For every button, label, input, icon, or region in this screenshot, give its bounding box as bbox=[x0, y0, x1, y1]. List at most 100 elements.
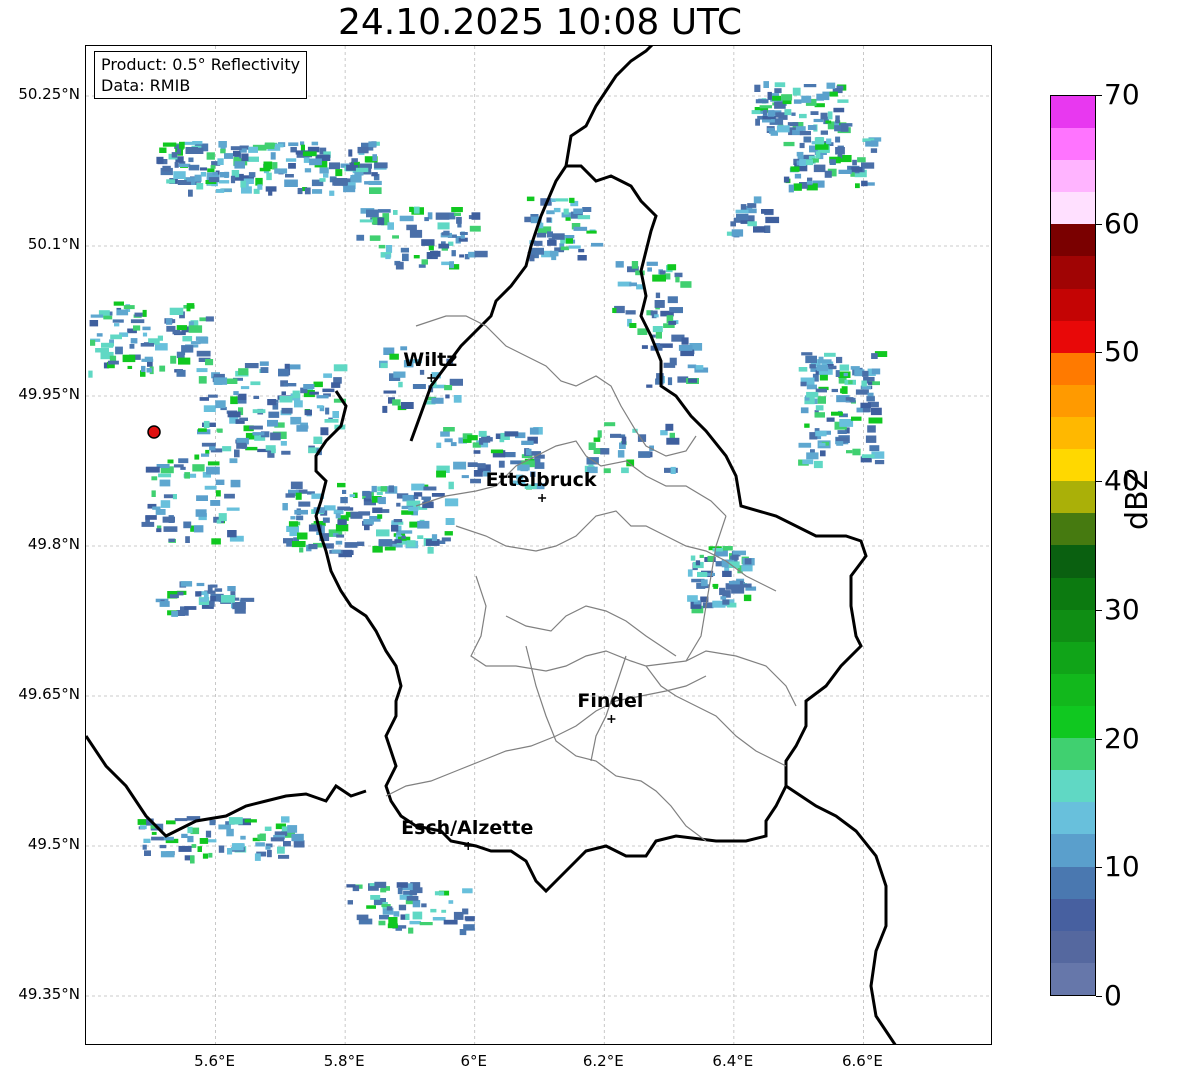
radar-echo-pixel bbox=[807, 125, 817, 130]
radar-echo-pixel bbox=[731, 554, 739, 560]
radar-echo-pixel bbox=[216, 428, 223, 432]
radar-echo-pixel bbox=[308, 543, 318, 550]
radar-echo-pixel bbox=[453, 395, 462, 403]
radar-echo-pixel bbox=[278, 854, 290, 859]
radar-echo-pixel bbox=[112, 319, 124, 323]
radar-echo-pixel bbox=[655, 332, 662, 339]
radar-echo-pixel bbox=[221, 595, 235, 603]
radar-echo-pixel bbox=[763, 81, 769, 88]
radar-echo-pixel bbox=[784, 109, 792, 116]
radar-echo-pixel bbox=[291, 541, 306, 548]
radar-echo-pixel bbox=[421, 496, 431, 500]
radar-echo-pixel bbox=[196, 368, 208, 373]
radar-echo-pixel bbox=[309, 158, 322, 166]
radar-echo-pixel bbox=[197, 846, 202, 852]
radar-echo-pixel bbox=[857, 157, 866, 163]
radar-echo-pixel bbox=[304, 168, 312, 173]
colorbar-segment bbox=[1051, 673, 1095, 707]
radar-echo-pixel bbox=[141, 358, 154, 362]
radar-echo-pixel bbox=[331, 549, 341, 554]
radar-echo-pixel bbox=[218, 824, 231, 830]
radar-echo-pixel bbox=[134, 312, 143, 317]
radar-echo-pixel bbox=[767, 127, 775, 132]
radar-echo-pixel bbox=[443, 919, 458, 925]
radar-echo-pixel bbox=[219, 172, 230, 178]
colorbar-segment bbox=[1051, 802, 1095, 835]
radar-echo-pixel bbox=[478, 430, 487, 437]
colorbar-tick-label: 60 bbox=[1104, 206, 1140, 240]
lon-tick-label: 5.8°E bbox=[323, 1052, 365, 1070]
radar-echo-pixel bbox=[183, 141, 196, 145]
radar-echo-pixel bbox=[285, 158, 297, 162]
radar-echo-pixel bbox=[741, 564, 753, 572]
radar-echo-pixel bbox=[546, 210, 555, 215]
radar-echo-pixel bbox=[735, 209, 749, 214]
radar-echo-pixel bbox=[667, 377, 673, 386]
radar-echo-pixel bbox=[162, 516, 175, 523]
lon-tick-label: 6.6°E bbox=[842, 1052, 883, 1070]
radar-echo-pixel bbox=[151, 836, 164, 841]
radar-echo-pixel bbox=[195, 591, 202, 597]
radar-echo-pixel bbox=[324, 419, 339, 423]
radar-echo-pixel bbox=[818, 359, 832, 364]
colorbar-segment bbox=[1051, 706, 1095, 739]
radar-echo-pixel bbox=[227, 411, 241, 418]
radar-echo-pixel bbox=[666, 437, 680, 445]
radar-echo-pixel bbox=[322, 517, 330, 523]
radar-echo-pixel bbox=[171, 152, 178, 158]
radar-echo-pixel bbox=[413, 495, 419, 500]
colorbar-tick-mark bbox=[1096, 481, 1102, 483]
radar-echo-pixel bbox=[252, 409, 266, 414]
colorbar-segments bbox=[1051, 95, 1095, 995]
radar-echo-pixel bbox=[810, 111, 819, 115]
radar-echo-pixel bbox=[369, 187, 382, 194]
radar-echo-pixel bbox=[377, 514, 383, 519]
radar-echo-pixel bbox=[107, 360, 119, 365]
radar-echo-pixel bbox=[504, 431, 519, 437]
radar-echo-pixel bbox=[178, 357, 191, 365]
radar-echo-pixel bbox=[264, 826, 272, 831]
radar-echo-pixel bbox=[855, 183, 860, 189]
radar-echo-pixel bbox=[285, 493, 295, 498]
colorbar-segment bbox=[1051, 256, 1095, 289]
radar-echo-pixel bbox=[216, 519, 222, 524]
radar-echo-pixel bbox=[835, 437, 850, 442]
radar-echo-pixel bbox=[169, 307, 184, 315]
radar-echo-pixel bbox=[292, 390, 300, 399]
colorbar-segment bbox=[1051, 898, 1095, 931]
radar-echo-pixel bbox=[363, 519, 374, 525]
radar-echo-pixel bbox=[320, 427, 329, 436]
radar-echo-pixel bbox=[824, 352, 836, 357]
radar-echo-pixel bbox=[395, 261, 404, 270]
radar-echo-pixel bbox=[249, 425, 263, 430]
radar-echo-pixel bbox=[151, 490, 156, 497]
radar-echo-pixel bbox=[814, 412, 825, 418]
radar-echo-pixel bbox=[313, 436, 323, 444]
product-info-box: Product: 0.5° Reflectivity Data: RMIB bbox=[94, 51, 308, 99]
radar-echo-pixel bbox=[296, 515, 304, 521]
radar-echo-pixel bbox=[617, 450, 625, 458]
radar-echo-pixel bbox=[834, 125, 842, 132]
colorbar-tick-mark bbox=[1096, 223, 1102, 225]
radar-echo-pixel bbox=[220, 148, 226, 154]
lat-tick-label: 50.1°N bbox=[27, 235, 80, 253]
radar-echo-pixel bbox=[688, 378, 697, 383]
radar-echo-pixel bbox=[406, 224, 417, 231]
radar-echo-pixel bbox=[96, 333, 103, 337]
radar-echo-pixel bbox=[218, 141, 227, 148]
radar-echo-pixel bbox=[218, 180, 230, 184]
radar-echo-pixel bbox=[151, 831, 157, 835]
radar-echo-pixel bbox=[234, 608, 246, 614]
radar-echo-pixel bbox=[222, 446, 232, 452]
city-label: Ettelbruck bbox=[485, 469, 597, 491]
city-marker bbox=[538, 494, 547, 502]
radar-echo-pixel bbox=[208, 852, 213, 858]
radar-echo-pixel bbox=[775, 112, 781, 118]
radar-echo-pixel bbox=[268, 411, 280, 418]
radar-echo-pixel bbox=[141, 365, 146, 372]
radar-echo-pixel bbox=[820, 450, 826, 457]
chart-title: 24.10.2025 10:08 UTC bbox=[337, 2, 743, 43]
radar-echo-pixel bbox=[668, 321, 677, 325]
radar-echo-pixel bbox=[869, 445, 880, 452]
radar-map[interactable] bbox=[85, 45, 992, 1045]
